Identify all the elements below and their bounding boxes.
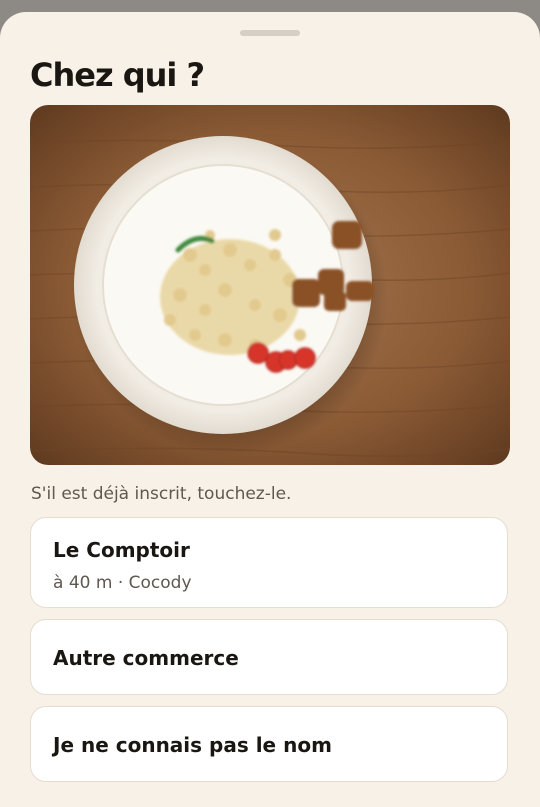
sheet-title: Chez qui ? <box>30 56 205 94</box>
option-detail: à 40 m · Cocody <box>53 573 192 593</box>
drag-handle[interactable] <box>240 30 300 36</box>
option-le-comptoir[interactable]: Le Comptoir à 40 m · Cocody <box>30 517 508 608</box>
hint-text: S'il est déjà inscrit, touchez-le. <box>31 484 292 504</box>
option-autre-commerce[interactable]: Autre commerce <box>30 619 508 695</box>
option-name: Autre commerce <box>53 646 239 670</box>
plate-photo <box>30 105 510 465</box>
option-name: Je ne connais pas le nom <box>53 733 332 757</box>
option-nom-inconnu[interactable]: Je ne connais pas le nom <box>30 706 508 782</box>
option-name: Le Comptoir <box>53 538 190 562</box>
bottom-sheet: Chez qui ? S'il est déjà inscrit, touche… <box>0 12 540 807</box>
